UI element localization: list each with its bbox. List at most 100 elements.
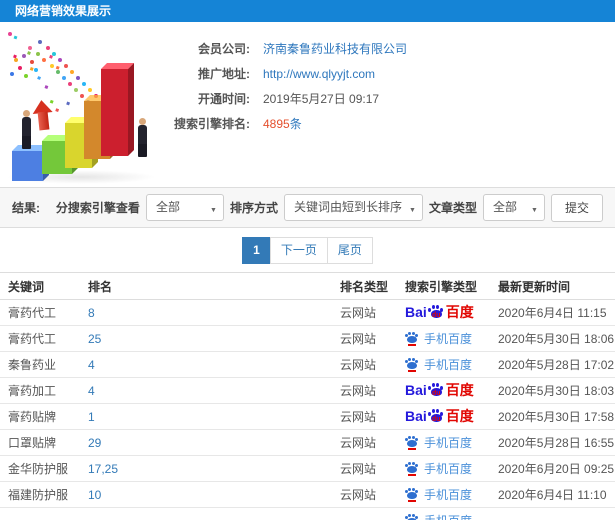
rank-link[interactable]: 1 — [88, 410, 95, 424]
rank-cell: 4 — [80, 377, 332, 404]
keyword-cell: 膏药代工 — [0, 325, 80, 352]
rank-type-cell — [332, 507, 397, 520]
company-link[interactable]: 济南秦鲁药业科技有限公司 — [263, 40, 407, 57]
sort-selected-value: 关键词由短到长排序 — [293, 200, 402, 214]
keyword-cell: 膏药加工 — [0, 377, 80, 404]
table-row: 口罩贴牌 29 云网站 Baidu百度 手机百度 2020年5月28日 16:5… — [0, 429, 615, 456]
table-row: 福建防护服 10 云网站 Baidu百度 手机百度 2020年6月4日 11:1… — [0, 481, 615, 508]
rank-cell: 10 — [80, 481, 332, 508]
keyword-cell: 福建防护服 — [0, 481, 80, 508]
clipart-bar-blue — [12, 151, 43, 181]
rank-type-cell: 云网站 — [332, 351, 397, 378]
keyword-cell: 膏药贴牌 — [0, 403, 80, 430]
rank-link[interactable]: 29 — [88, 436, 101, 450]
header-keyword: 关键词 — [0, 272, 80, 300]
result-label: 结果: — [12, 201, 40, 215]
businessman-left-figure — [18, 110, 36, 152]
engine-rank-value: 4895条 — [263, 115, 302, 132]
rank-link[interactable]: 4 — [88, 358, 95, 372]
rank-type-cell: 云网站 — [332, 299, 397, 326]
keyword-cell: 秦鲁药业 — [0, 351, 80, 378]
mobile-baidu-logo: 手机百度 — [405, 512, 472, 520]
updated-cell: 2020年5月30日 18:06 — [490, 325, 615, 352]
updated-cell: 2020年5月30日 18:03 — [490, 377, 615, 404]
article-type-selected-value: 全部 — [492, 200, 517, 214]
mobile-baidu-logo: 手机百度 — [405, 330, 472, 347]
keyword-cell: 膏药代工 — [0, 299, 80, 326]
baidu-logo: Bai du 百度 — [405, 408, 474, 424]
table-row: 膏药加工 4 云网站 Baidu百度 手机百度 2020年5月30日 18:03 — [0, 377, 615, 404]
article-type-select[interactable]: 全部 — [482, 194, 545, 221]
last-page-button[interactable]: 尾页 — [326, 236, 373, 264]
engine-cell: Baidu百度 手机百度 — [397, 377, 490, 404]
header-updated: 最新更新时间 — [490, 272, 615, 300]
rank-type-cell: 云网站 — [332, 325, 397, 352]
rank-cell: 8 — [80, 299, 332, 326]
mobile-baidu-logo: 手机百度 — [405, 356, 472, 373]
rank-link[interactable]: 25 — [88, 332, 101, 346]
mobile-baidu-paw-icon — [405, 436, 419, 447]
article-type-label: 文章类型 — [428, 201, 477, 215]
table-row-partial: Baidu百度 手机百度 — [0, 507, 615, 520]
rank-cell: 1 — [80, 403, 332, 430]
rank-link[interactable]: 4 — [88, 384, 95, 398]
table-row: 膏药代工 8 云网站 Baidu百度 手机百度 2020年6月4日 11:15 — [0, 299, 615, 326]
mobile-baidu-paw-icon — [405, 332, 419, 343]
rank-link[interactable]: 10 — [88, 488, 101, 502]
rank-cell: 25 — [80, 325, 332, 352]
open-time-value: 2019年5月27日 09:17 — [263, 92, 380, 106]
member-info-panel: 会员公司: 济南秦鲁药业科技有限公司 推广地址: http://www.qlyy… — [150, 22, 615, 136]
mobile-baidu-paw-icon — [405, 514, 419, 520]
table-row: 膏药贴牌 1 云网站 Baidu百度 手机百度 2020年5月30日 17:58 — [0, 403, 615, 430]
rank-type-cell: 云网站 — [332, 455, 397, 482]
rank-link[interactable]: 17,25 — [88, 462, 118, 476]
sort-label: 排序方式 — [229, 201, 278, 215]
rank-count-unit: 条 — [289, 117, 302, 131]
engine-cell: Baidu百度 手机百度 — [397, 429, 490, 456]
promo-url-link[interactable]: http://www.qlyyjt.com — [263, 67, 375, 81]
keyword-cell — [0, 507, 80, 520]
mobile-baidu-paw-icon — [405, 488, 419, 499]
updated-cell — [490, 507, 615, 520]
caret-down-icon — [210, 195, 217, 224]
mobile-baidu-logo: 手机百度 — [405, 460, 472, 477]
confetti-dots-decoration — [8, 32, 12, 36]
keyword-cell: 金华防护服 — [0, 455, 80, 482]
clipart-bar-red — [101, 69, 128, 156]
engine-filter-label: 分搜索引擎查看 — [55, 201, 140, 215]
engine-cell: Baidu百度 手机百度 — [397, 351, 490, 378]
bar-chart-clipart — [0, 26, 178, 184]
rank-type-cell: 云网站 — [332, 403, 397, 430]
engine-filter-select[interactable]: 全部 — [145, 194, 224, 224]
engine-cell: Baidu百度 手机百度 — [397, 481, 490, 508]
page-title-text: 网络营销效果展示 — [15, 4, 112, 18]
company-row: 会员公司: 济南秦鲁药业科技有限公司 — [150, 36, 615, 61]
engine-cell: Baidu百度 手机百度 — [397, 455, 490, 482]
engine-cell: Baidu百度 手机百度 — [397, 299, 490, 326]
promo-url-row: 推广地址: http://www.qlyyjt.com — [150, 61, 615, 86]
sort-select[interactable]: 关键词由短到长排序 — [283, 194, 423, 224]
engine-cell: Baidu百度 手机百度 — [397, 507, 490, 520]
keyword-ranking-table: 关键词 排名 排名类型 搜索引擎类型 最新更新时间 膏药代工 8 云网站 Bai… — [0, 272, 615, 520]
submit-button[interactable]: 提交 — [550, 193, 603, 222]
updated-cell: 2020年5月30日 17:58 — [490, 403, 615, 430]
header-rank: 排名 — [80, 272, 332, 300]
rank-link[interactable]: 8 — [88, 306, 95, 320]
updated-cell: 2020年6月4日 11:15 — [490, 299, 615, 326]
page-1-button[interactable]: 1 — [242, 236, 271, 264]
engine-cell: Baidu百度 手机百度 — [397, 403, 490, 430]
mobile-baidu-logo: 手机百度 — [405, 486, 472, 503]
rank-cell — [80, 507, 332, 520]
caret-down-icon — [409, 195, 416, 224]
rank-type-cell: 云网站 — [332, 429, 397, 456]
rank-type-cell: 云网站 — [332, 481, 397, 508]
pagination-area: 1 下一页 尾页 — [0, 228, 615, 272]
baidu-logo: Bai du 百度 — [405, 304, 474, 320]
next-page-button[interactable]: 下一页 — [269, 236, 328, 264]
header-rank-type: 排名类型 — [332, 272, 397, 300]
keyword-cell: 口罩贴牌 — [0, 429, 80, 456]
mobile-baidu-paw-icon — [405, 462, 419, 473]
updated-cell: 2020年6月20日 09:25 — [490, 455, 615, 482]
rank-cell: 29 — [80, 429, 332, 456]
pagination: 1 下一页 尾页 — [242, 236, 373, 264]
